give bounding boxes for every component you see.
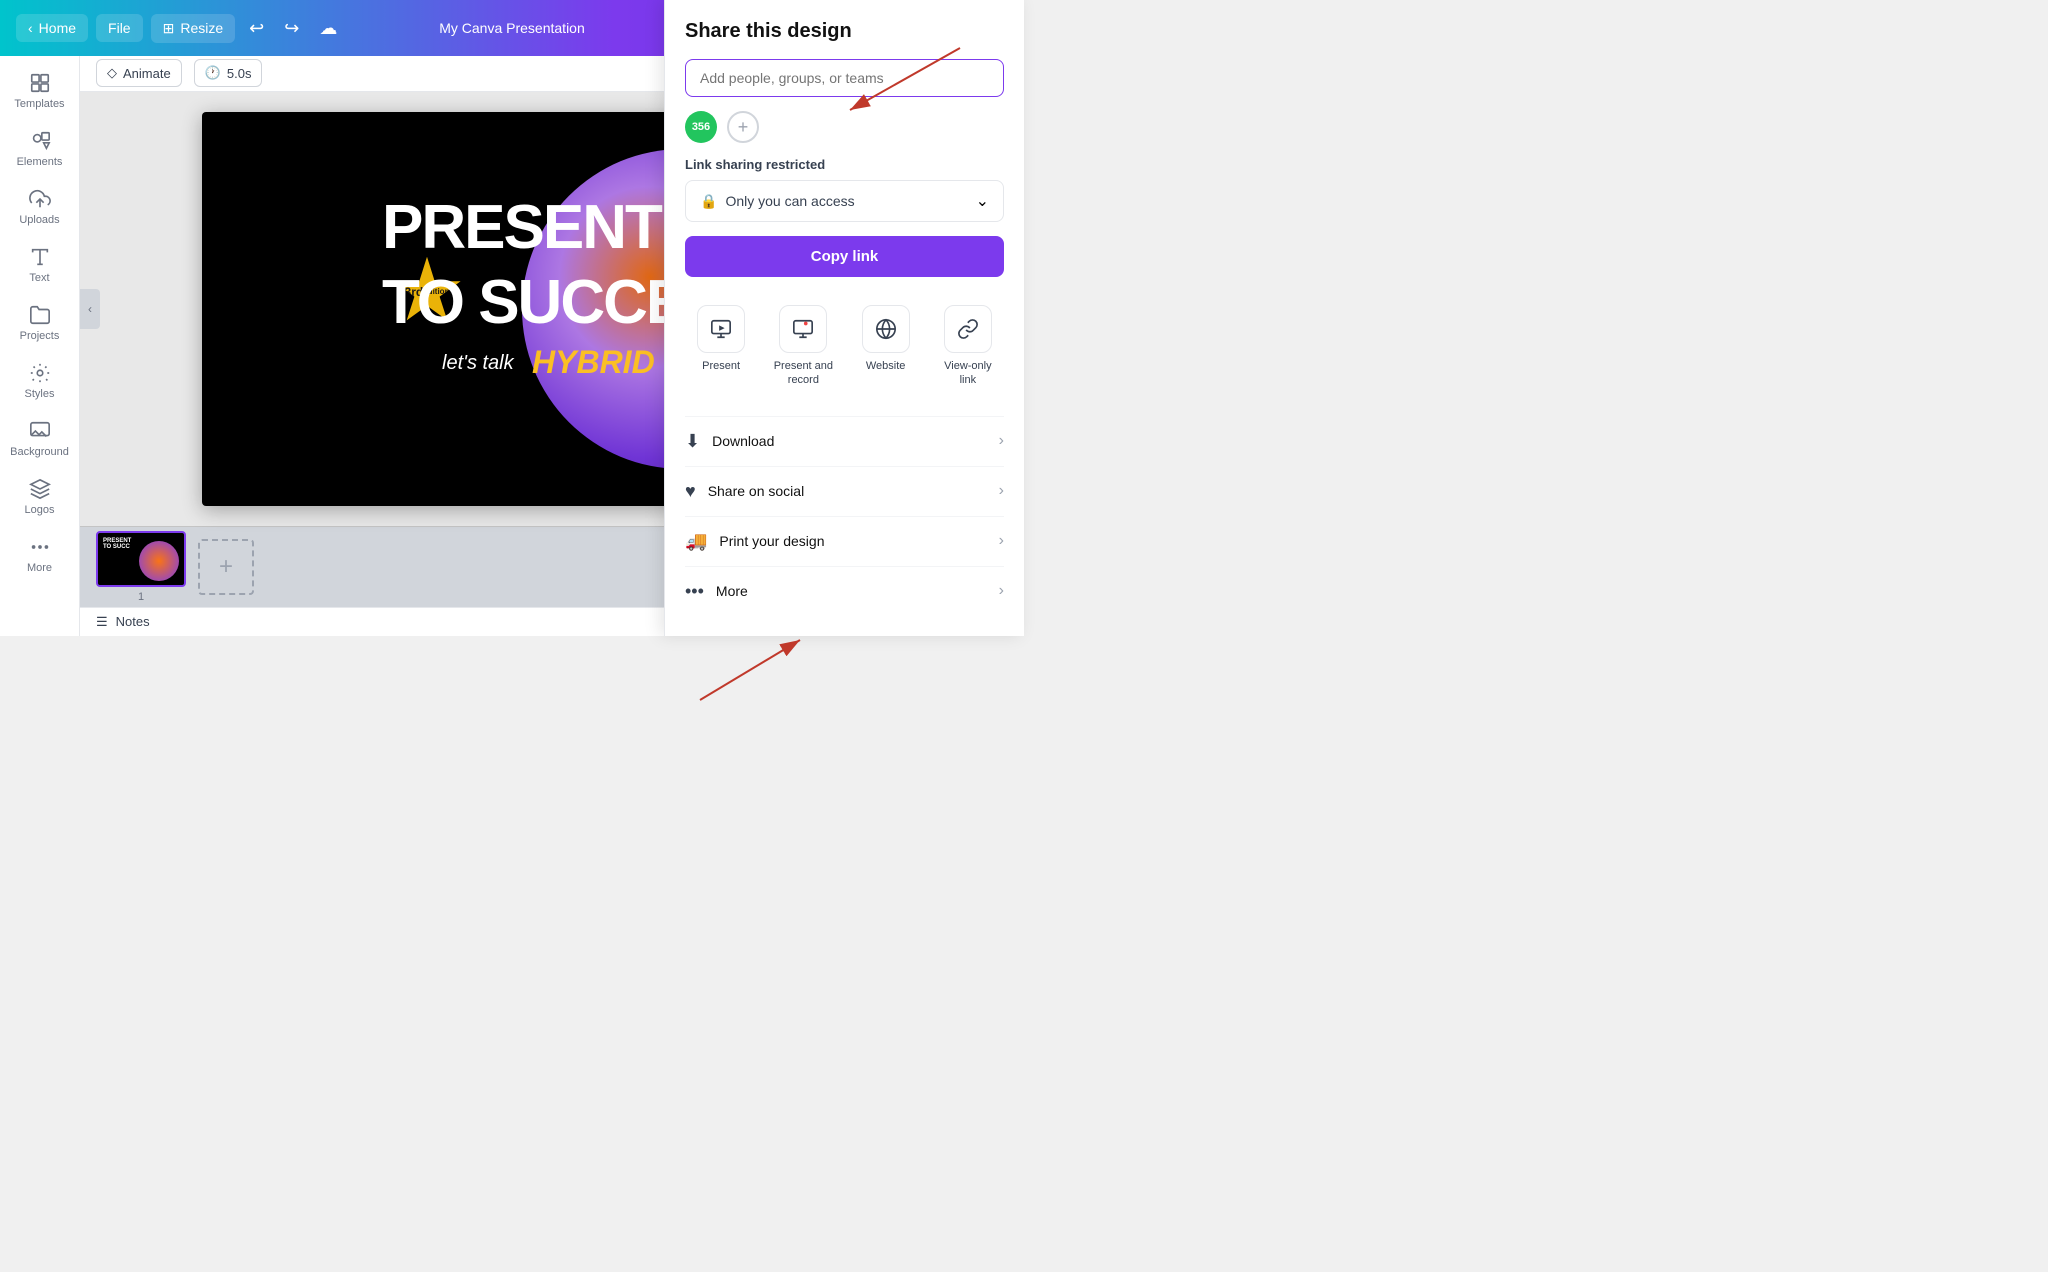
chevron-right-icon-4: › xyxy=(999,582,1004,600)
slide-thumbnail-1[interactable]: PRESENTTO SUCC xyxy=(96,531,186,587)
chevron-right-icon-2: › xyxy=(999,482,1004,500)
present-action-label: Present xyxy=(702,359,740,373)
share-menu-more[interactable]: ••• More › xyxy=(685,566,1004,616)
chevron-down-icon: ⌄ xyxy=(976,191,989,211)
chevron-right-icon-3: › xyxy=(999,532,1004,550)
sidebar: Templates Elements Uploads Text Projects… xyxy=(0,56,80,636)
notes-label: Notes xyxy=(116,614,150,629)
print-icon: 🚚 xyxy=(685,531,707,552)
duration-button[interactable]: 🕐 5.0s xyxy=(194,59,263,87)
animate-button[interactable]: ◇ Animate xyxy=(96,59,182,87)
cloud-save-button[interactable]: ☁ xyxy=(313,12,343,45)
resize-button[interactable]: ⊞ Resize xyxy=(151,14,236,43)
copy-link-button[interactable]: Copy link xyxy=(685,236,1004,277)
slide-text-hybrid: HYBRID xyxy=(532,344,655,381)
chevron-right-icon: › xyxy=(999,432,1004,450)
sidebar-item-templates[interactable]: Templates xyxy=(6,64,74,118)
slide-text-succeed: TO SUCCE xyxy=(382,267,685,338)
share-people-input[interactable] xyxy=(685,59,1004,97)
present-action-icon xyxy=(697,305,745,353)
share-action-view-only[interactable]: View-only link xyxy=(932,297,1004,396)
present-record-label: Present and record xyxy=(771,359,835,388)
sidebar-item-more[interactable]: More xyxy=(6,528,74,582)
sidebar-item-projects[interactable]: Projects xyxy=(6,296,74,350)
sidebar-item-text[interactable]: Text xyxy=(6,238,74,292)
share-menu-social[interactable]: ♥ Share on social › xyxy=(685,466,1004,516)
share-action-present-record[interactable]: Present and record xyxy=(767,297,839,396)
sidebar-item-logos[interactable]: Logos xyxy=(6,470,74,524)
slide-number-1: 1 xyxy=(138,591,144,603)
redo-button[interactable]: ↪ xyxy=(278,12,305,45)
website-label: Website xyxy=(866,359,906,373)
file-button[interactable]: File xyxy=(96,14,143,42)
scroll-left-button[interactable]: ‹ xyxy=(80,289,100,329)
clock-icon: 🕐 xyxy=(205,65,221,81)
sidebar-label-styles: Styles xyxy=(25,388,55,400)
home-button[interactable]: ‹ Home xyxy=(16,14,88,42)
sidebar-label-logos: Logos xyxy=(25,504,55,516)
slide-text-present: PRESENT xyxy=(382,192,661,263)
main-layout: Templates Elements Uploads Text Projects… xyxy=(0,56,1024,636)
sidebar-label-background: Background xyxy=(10,446,69,458)
sidebar-label-uploads: Uploads xyxy=(19,214,59,226)
notes-icon: ☰ xyxy=(96,614,108,630)
share-action-present[interactable]: Present xyxy=(685,297,757,396)
access-dropdown[interactable]: 🔒 Only you can access ⌄ xyxy=(685,180,1004,222)
share-menu-print[interactable]: 🚚 Print your design › xyxy=(685,516,1004,566)
website-icon xyxy=(862,305,910,353)
sidebar-label-elements: Elements xyxy=(17,156,63,168)
view-only-label: View-only link xyxy=(936,359,1000,388)
add-person-button[interactable]: + xyxy=(727,111,759,143)
present-record-icon xyxy=(779,305,827,353)
sidebar-label-more: More xyxy=(27,562,52,574)
add-slide-button[interactable]: + xyxy=(198,539,254,595)
sidebar-item-background[interactable]: Background xyxy=(6,412,74,466)
sidebar-label-templates: Templates xyxy=(14,98,64,110)
sidebar-item-styles[interactable]: Styles xyxy=(6,354,74,408)
view-only-icon xyxy=(944,305,992,353)
share-actions-grid: Present Present and record Website View-… xyxy=(685,297,1004,396)
sidebar-label-projects: Projects xyxy=(20,330,60,342)
more-dots-icon: ••• xyxy=(685,581,704,602)
document-title: My Canva Presentation xyxy=(439,20,585,36)
share-menu-download[interactable]: ⬇ Download › xyxy=(685,416,1004,466)
link-sharing-label: Link sharing restricted xyxy=(685,157,1004,172)
share-people-row: 356 + xyxy=(685,111,1004,143)
sidebar-label-text: Text xyxy=(29,272,49,284)
undo-button[interactable]: ↩ xyxy=(243,12,270,45)
resize-icon: ⊞ xyxy=(163,20,175,37)
lock-icon: 🔒 xyxy=(700,193,717,210)
heart-icon: ♥ xyxy=(685,481,696,502)
share-action-website[interactable]: Website xyxy=(850,297,922,396)
slide-text-lets: let's talk xyxy=(442,352,514,375)
download-icon: ⬇ xyxy=(685,431,700,452)
share-panel: Share this design 356 + Link sharing res… xyxy=(664,0,1024,636)
chevron-left-icon: ‹ xyxy=(28,20,33,36)
animate-icon: ◇ xyxy=(107,65,117,81)
share-owner-avatar: 356 xyxy=(685,111,717,143)
share-panel-title: Share this design xyxy=(685,20,1004,43)
sidebar-item-elements[interactable]: Elements xyxy=(6,122,74,176)
sidebar-item-uploads[interactable]: Uploads xyxy=(6,180,74,234)
